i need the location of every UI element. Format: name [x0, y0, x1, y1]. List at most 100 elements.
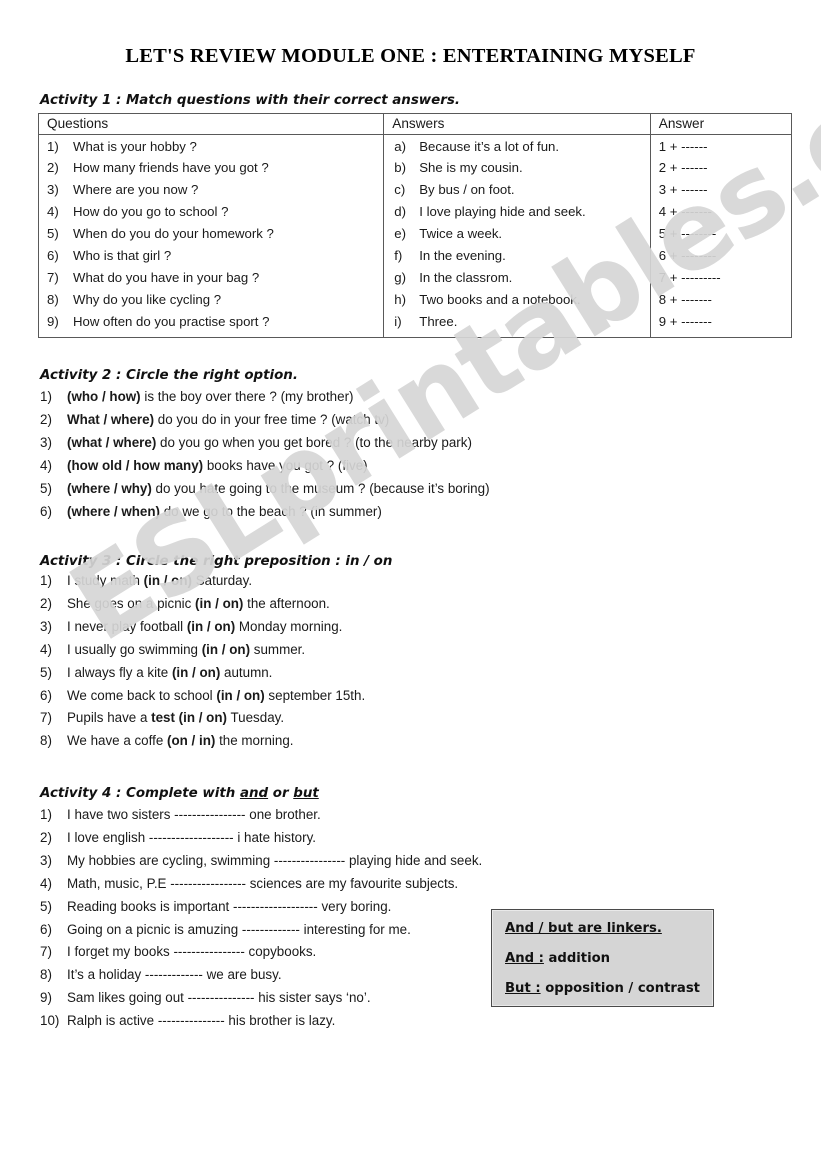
preposition-option[interactable]: (in / on): [172, 665, 220, 680]
question-number: 8): [47, 291, 59, 307]
column-header-answers: Answers: [383, 113, 651, 135]
item-text-post: his sister says ‘no’.: [254, 990, 371, 1006]
answer-slots-list: 1 + ------ 2 + ------ 3 + ------ 4 + ------…: [651, 136, 791, 333]
item-text-pre: I have two sisters: [67, 807, 175, 822]
item-body: (who / how) is the boy over there ? (my …: [67, 390, 740, 403]
answer-letter: a): [394, 138, 406, 154]
item-number: 5): [40, 480, 52, 496]
item-text-pre: I never play football: [67, 618, 187, 634]
table-row: 2) How many friends have you got ?: [39, 158, 383, 180]
blank-field: -----------------: [170, 875, 247, 891]
table-row: g) In the classrom.: [384, 267, 650, 289]
questions-list: 1) What is your hobby ? 2) How many friends…: [39, 136, 383, 333]
table-row: 5 + --------: [651, 224, 791, 246]
item-body: I usually go swimming (in / on) summer.: [67, 643, 740, 656]
preposition-option[interactable]: (on / in): [167, 733, 215, 748]
item-number: 4): [40, 641, 52, 657]
worksheet-page: LET'S REVIEW MODULE ONE : ENTERTAINING M…: [0, 0, 821, 1161]
table-row: a) Because it’s a lot of fun.: [384, 136, 650, 158]
item-number: 6): [40, 687, 52, 703]
item-text-post: copybooks.: [244, 944, 317, 960]
answer-slot: 9 + -------: [658, 313, 712, 329]
note-line-2-text: addition: [543, 951, 611, 966]
item-body: Pupils have a test (in / on) Tuesday.: [67, 711, 740, 724]
answer-slot: 2 + ------: [658, 160, 708, 176]
preposition-option[interactable]: (in / on): [195, 596, 243, 611]
table-row: 1 + ------: [651, 136, 791, 158]
note-line-3-text: opposition / contrast: [540, 981, 700, 996]
answer-text: By bus / on foot.: [419, 182, 515, 198]
preposition-option[interactable]: (in / on): [144, 573, 192, 588]
item-text-pre: I love english: [67, 829, 149, 845]
question-text: How do you go to school ?: [73, 204, 229, 220]
item-text-post: Tuesday.: [227, 710, 285, 726]
note-line-3: But : opposition / contrast: [505, 981, 713, 996]
answer-letter: g): [394, 269, 406, 285]
item-body: I love english ------------------- i hat…: [67, 831, 740, 844]
answer-slot: 8 + -------: [658, 291, 712, 307]
item-number: 3): [40, 618, 52, 634]
table-row: e) Twice a week.: [384, 224, 650, 246]
list-item: 2) She goes on a picnic (in / on) the aft…: [40, 596, 740, 610]
circle-option[interactable]: What / where): [67, 412, 154, 427]
table-row: 3 + ------: [651, 180, 791, 202]
item-text: do we go to the beach ? (in summer): [160, 503, 382, 519]
item-text: do you do in your free time ? (watch tv): [154, 411, 390, 427]
item-body: She goes on a picnic (in / on) the after…: [67, 597, 740, 610]
item-text-post: Monday morning.: [235, 618, 343, 634]
table-row: c) By bus / on foot.: [384, 180, 650, 202]
preposition-option[interactable]: test (in / on): [151, 710, 227, 725]
item-text-post: sciences are my favourite subjects.: [246, 875, 459, 891]
item-number: 5): [40, 898, 52, 914]
item-text: books have you got ? (five): [203, 457, 368, 473]
list-item: 3) (what / where) do you go when you get …: [40, 435, 740, 450]
note-line-2-label: And :: [505, 951, 544, 966]
item-body: I study math (in / on) Saturday.: [67, 574, 740, 587]
table-header-row: Questions Answers Answer: [37, 113, 793, 135]
preposition-option[interactable]: (in / on): [202, 642, 250, 657]
circle-option[interactable]: (where / why): [67, 481, 152, 496]
circle-option[interactable]: (what / where): [67, 435, 156, 450]
circle-option[interactable]: (how old / how many): [67, 458, 203, 473]
activity-3-heading: Activity 3 : Circle the right prepositio…: [40, 554, 393, 569]
item-text-pre: Sam likes going out: [67, 990, 188, 1006]
question-number: 2): [47, 160, 59, 176]
list-item: 1) (who / how) is the boy over there ? (m…: [40, 389, 740, 404]
item-text-pre: Math, music, P.E: [67, 875, 171, 891]
answer-text: Because it’s a lot of fun.: [419, 138, 560, 154]
blank-field: -------------: [144, 967, 203, 983]
circle-option[interactable]: (who / how): [67, 389, 141, 404]
table-body-row: 1) What is your hobby ? 2) How many friends…: [37, 134, 793, 338]
preposition-option[interactable]: (in / on): [187, 619, 235, 634]
preposition-option[interactable]: (in / on): [216, 688, 264, 703]
list-item: 4) I usually go swimming (in / on) summer…: [40, 641, 740, 657]
table-row: 7 + ---------: [651, 267, 791, 289]
table-row: 5) When do you do your homework ?: [39, 224, 383, 246]
item-text-post: september 15th.: [264, 687, 366, 703]
circle-option[interactable]: (where / when): [67, 504, 160, 519]
item-body: (how old / how many) books have you got …: [67, 459, 740, 472]
item-text-post: i hate history.: [233, 829, 316, 845]
list-item: 1) I have two sisters ---------------- on…: [40, 808, 740, 822]
matching-table: Questions Answers Answer 1) What is your …: [37, 113, 793, 339]
question-text: Who is that girl ?: [73, 247, 172, 263]
item-number: 10): [40, 1013, 60, 1029]
question-number: 4): [47, 204, 59, 220]
question-text: How often do you practise sport ?: [73, 313, 270, 329]
table-row: b) She is my cousin.: [384, 158, 650, 180]
list-item: 2) I love english ------------------- i h…: [40, 830, 740, 844]
table-row: 7) What do you have in your bag ?: [39, 267, 383, 289]
item-body: I have two sisters ---------------- one …: [67, 808, 740, 821]
item-number: 1): [40, 389, 52, 404]
linkers-note-box: And / but are linkers. And : addition Bu…: [491, 909, 714, 1007]
activity-4-heading-and: and: [239, 786, 269, 801]
question-number: 9): [47, 313, 59, 329]
answer-letter: b): [394, 160, 406, 176]
list-item: 5) I always fly a kite (in / on) autumn.: [40, 665, 740, 680]
question-text: What do you have in your bag ?: [73, 269, 260, 285]
item-text-pre: We have a coffe: [67, 733, 167, 749]
item-body: Ralph is active --------------- his brot…: [67, 1014, 740, 1027]
blank-field: ----------------: [273, 852, 346, 868]
item-text-pre: Pupils have a: [67, 710, 152, 726]
answer-text: I love playing hide and seek.: [419, 204, 586, 220]
